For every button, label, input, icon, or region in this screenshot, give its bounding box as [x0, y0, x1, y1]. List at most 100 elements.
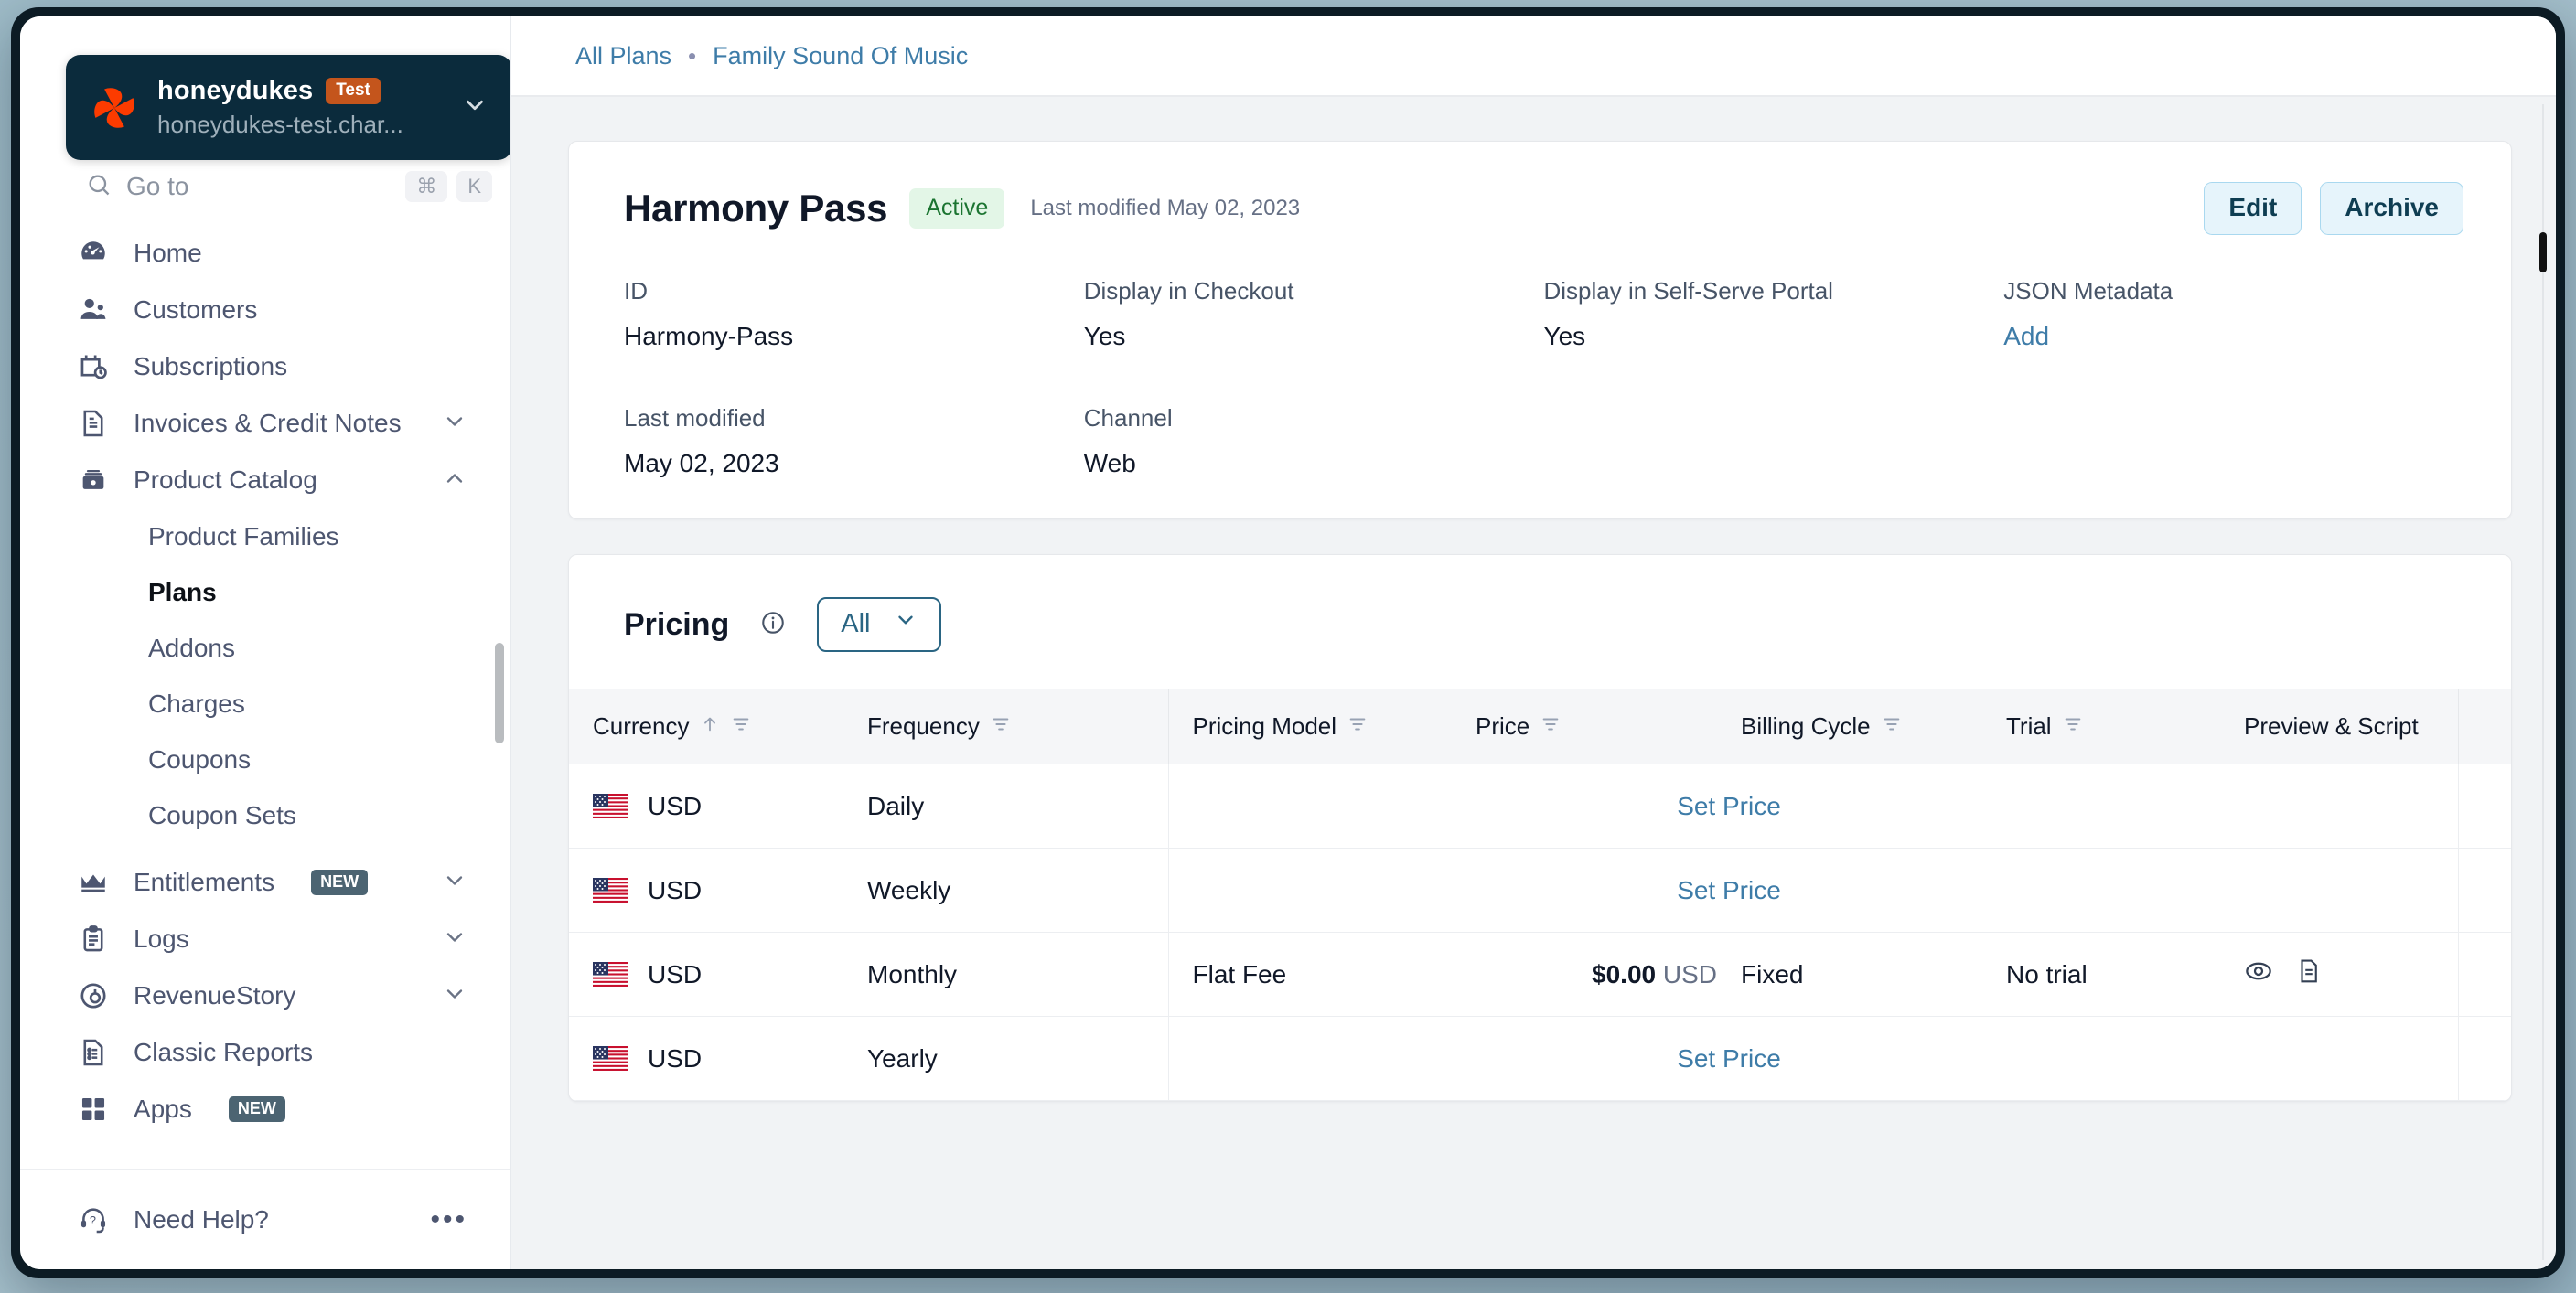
sidebar-item-product-catalog[interactable]: Product Catalog: [20, 452, 510, 508]
set-price-link[interactable]: Set Price: [1677, 876, 1781, 904]
column-label: Preview & Script: [2244, 712, 2419, 740]
archive-button[interactable]: Archive: [2320, 182, 2463, 235]
chevron-down-icon: [894, 608, 918, 639]
column-filter-icon[interactable]: [1882, 712, 1902, 741]
org-env-badge: Test: [326, 78, 381, 104]
column-label: Price: [1476, 712, 1530, 740]
table-row[interactable]: USD Monthly Flat Fee $0.00 USD Fixed No …: [569, 932, 2512, 1017]
cell-row-actions: [2457, 1016, 2511, 1101]
page-scrollbar[interactable]: [2539, 104, 2547, 1260]
sidebar-item-apps[interactable]: Apps NEW: [20, 1081, 510, 1138]
sidebar-item-revenuestory[interactable]: RevenueStory: [20, 967, 510, 1024]
sidebar-item-coupons[interactable]: Coupons: [20, 732, 510, 787]
sidebar-item-customers[interactable]: Customers: [20, 282, 510, 338]
column-header-billing-cycle[interactable]: Billing Cycle: [1717, 689, 1982, 764]
add-json-metadata-link[interactable]: Add: [2003, 322, 2463, 351]
plan-details-header: Harmony Pass Active Last modified May 02…: [624, 182, 2463, 235]
chevron-up-icon[interactable]: [442, 465, 467, 496]
sidebar-item-addons[interactable]: Addons: [20, 620, 510, 676]
chevron-down-icon[interactable]: [442, 868, 467, 898]
sidebar-badge-new: NEW: [228, 1096, 285, 1122]
crown-icon: [77, 866, 110, 899]
script-doc-icon[interactable]: [2295, 957, 2323, 991]
column-filter-icon[interactable]: [731, 712, 751, 741]
column-header-price[interactable]: Price: [1452, 689, 1717, 764]
set-price-link[interactable]: Set Price: [1677, 792, 1781, 820]
plan-actions: Edit Archive: [2204, 182, 2463, 235]
org-name: honeydukes: [157, 76, 314, 105]
cell-pricing-model: [1167, 1016, 1452, 1101]
column-header-pricing-model[interactable]: Pricing Model: [1167, 689, 1452, 764]
detail-field-last-modified: Last modified May 02, 2023: [624, 404, 1084, 478]
cell-pricing-model: [1167, 848, 1452, 933]
edit-button[interactable]: Edit: [2204, 182, 2302, 235]
page-scrollbar-thumb[interactable]: [2539, 232, 2547, 272]
currency-code: USD: [648, 875, 703, 904]
search-icon: [86, 172, 112, 202]
sidebar-item-logs[interactable]: Logs: [20, 911, 510, 967]
sidebar-item-product-families[interactable]: Product Families: [20, 508, 510, 564]
column-header-trial[interactable]: Trial: [1982, 689, 2220, 764]
column-label: Pricing Model: [1192, 712, 1337, 740]
column-header-frequency[interactable]: Frequency: [843, 689, 1168, 764]
sidebar-item-home[interactable]: Home: [20, 225, 510, 282]
detail-field-display-in-self-serve-portal: Display in Self-Serve Portal Yes: [1544, 277, 2004, 351]
column-filter-icon[interactable]: [2063, 712, 2083, 741]
shortcut-key-cmd: ⌘: [405, 171, 448, 202]
table-row[interactable]: USD Yearly Set Price: [569, 1016, 2511, 1101]
cell-frequency: Weekly: [843, 848, 1168, 933]
sidebar-item-label: Entitlements: [134, 868, 275, 896]
column-label: Frequency: [867, 712, 980, 740]
sidebar-item-invoices-credit-notes[interactable]: Invoices & Credit Notes: [20, 395, 510, 452]
sidebar-badge-new: NEW: [311, 870, 369, 895]
currency-code: USD: [648, 791, 703, 820]
sidebar-item-label: Invoices & Credit Notes: [134, 409, 402, 437]
set-price-link[interactable]: Set Price: [1677, 1044, 1781, 1073]
column-filter-icon[interactable]: [1540, 712, 1561, 741]
sidebar-scrollbar-thumb[interactable]: [495, 643, 504, 743]
sidebar-item-coupon-sets[interactable]: Coupon Sets: [20, 787, 510, 843]
sort-asc-icon[interactable]: [700, 712, 720, 741]
sidebar-item-plans[interactable]: Plans: [20, 564, 510, 620]
shortcut-key-k: K: [456, 171, 492, 202]
sidebar-scrollbar[interactable]: [495, 154, 504, 1150]
field-label: ID: [624, 277, 648, 305]
detail-field-empty: [1544, 404, 2004, 478]
ellipsis-icon[interactable]: •••: [430, 1204, 467, 1235]
chevron-down-icon[interactable]: [461, 91, 488, 123]
breadcrumb-item-current[interactable]: Family Sound Of Music: [713, 42, 968, 70]
sidebar-item-subscriptions[interactable]: Subscriptions: [20, 338, 510, 395]
calendar-clock-icon: [77, 350, 110, 383]
table-row[interactable]: USD Weekly Set Price: [569, 848, 2511, 933]
grid-apps-icon: [77, 1093, 110, 1126]
cell-currency: USD: [569, 848, 843, 933]
sidebar-item-entitlements[interactable]: Entitlements NEW: [20, 854, 510, 911]
column-filter-icon[interactable]: [991, 712, 1011, 741]
pricing-title: Pricing: [624, 606, 730, 642]
pricing-filter-select[interactable]: All: [817, 597, 942, 652]
info-circle-icon[interactable]: [760, 610, 786, 640]
cell-row-actions: [2457, 764, 2511, 849]
kebab-menu-icon[interactable]: ⋮: [2483, 966, 2512, 983]
cell-trial: [1982, 848, 2220, 933]
chevron-down-icon[interactable]: [442, 924, 467, 955]
chevron-down-icon[interactable]: [442, 981, 467, 1011]
org-switcher[interactable]: honeydukes Test honeydukes-test.char...: [66, 55, 510, 160]
cell-currency: USD: [569, 1016, 843, 1101]
chevron-down-icon[interactable]: [442, 409, 467, 439]
breadcrumb-separator: •: [688, 42, 697, 69]
preview-eye-icon[interactable]: [2244, 956, 2273, 992]
sidebar-help-row[interactable]: ? Need Help? •••: [20, 1169, 510, 1269]
table-row[interactable]: USD Daily Set Price: [569, 764, 2511, 849]
detail-field-json-metadata: JSON Metadata Add: [2003, 277, 2463, 351]
global-search-row[interactable]: Go to ⌘ K: [66, 154, 510, 219]
sidebar-item-classic-reports[interactable]: Classic Reports: [20, 1024, 510, 1081]
column-header-currency[interactable]: Currency: [569, 689, 843, 764]
top-bar: All Plans • Family Sound Of Music: [511, 16, 2556, 97]
cell-frequency: Monthly: [843, 932, 1168, 1017]
breadcrumb-item-all-plans[interactable]: All Plans: [575, 42, 671, 70]
sidebar-item-charges[interactable]: Charges: [20, 676, 510, 732]
field-label: Display in Checkout: [1083, 277, 1294, 305]
column-filter-icon[interactable]: [1347, 712, 1368, 741]
main-content: All Plans • Family Sound Of Music Harmon…: [511, 16, 2556, 1269]
